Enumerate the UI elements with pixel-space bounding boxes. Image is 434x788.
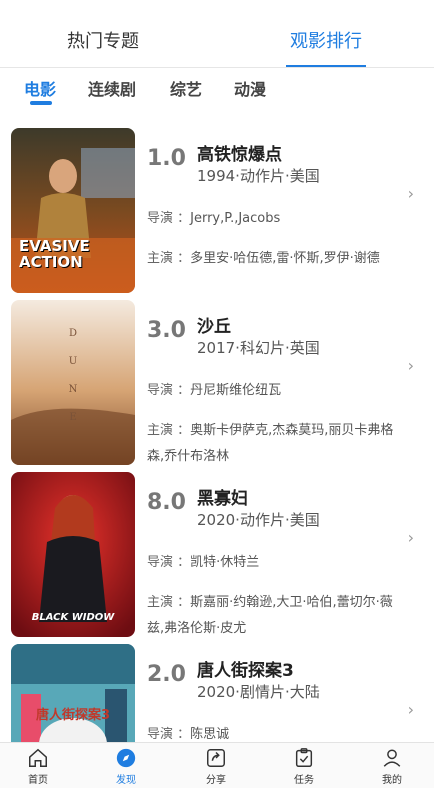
- tab-movies[interactable]: 电影: [24, 76, 56, 100]
- nav-task-label: 任务: [294, 775, 314, 786]
- movie-meta: 1994·动作片·美国: [197, 167, 320, 185]
- movie-director: 导演 ：Jerry,P.,Jacobs: [147, 206, 402, 232]
- director-label: 导演 ：: [147, 727, 191, 742]
- movie-list[interactable]: EVASIVE ACTION 1.0 高铁惊爆点 1994·动作片·美国 导演 …: [0, 110, 434, 742]
- movie-title: 唐人街探案3: [197, 661, 294, 681]
- poster-caption: 唐人街探案3: [35, 708, 111, 723]
- nav-share[interactable]: 分享: [186, 747, 246, 786]
- nav-mine[interactable]: 我的: [362, 747, 422, 786]
- cast-label: 主演 ：: [147, 595, 191, 610]
- nav-discover-label: 发现: [116, 775, 136, 786]
- cast-label: 主演 ：: [147, 251, 191, 266]
- movie-director: 导演 ：凯特·休特兰: [147, 550, 402, 576]
- director-name: Jerry,P.,Jacobs: [190, 211, 281, 226]
- top-tab-bar: 热门专题 观影排行: [0, 0, 434, 68]
- tab-anime[interactable]: 动漫: [234, 76, 266, 100]
- nav-share-label: 分享: [206, 775, 226, 786]
- cast-label: 主演 ：: [147, 423, 191, 438]
- movie-director: 导演 ：陈思诚: [147, 722, 402, 742]
- movie-poster[interactable]: DUNE: [11, 300, 135, 465]
- share-icon: [207, 749, 225, 767]
- movie-director: 导演 ：丹尼斯维伦纽瓦: [147, 378, 402, 404]
- chevron-right-icon[interactable]: ›: [408, 356, 414, 375]
- movie-poster[interactable]: 唐人街探案3: [11, 644, 135, 742]
- movie-score: 1.0: [147, 146, 186, 171]
- nav-discover[interactable]: 发现: [96, 747, 156, 786]
- chevron-right-icon[interactable]: ›: [408, 184, 414, 203]
- movie-card[interactable]: 唐人街探案3 2.0 唐人街探案3 2020·剧情片·大陆 导演 ：陈思诚 ›: [0, 626, 434, 742]
- movie-card[interactable]: DUNE 3.0 沙丘 2017·科幻片·英国 导演 ：丹尼斯维伦纽瓦 主演 ：…: [0, 282, 434, 465]
- chevron-right-icon[interactable]: ›: [408, 700, 414, 719]
- cast-names: 多里安·哈伍德,雷·怀斯,罗伊·谢德: [190, 251, 380, 266]
- movie-card[interactable]: BLACK WIDOW 8.0 黑寡妇 2020·动作片·美国 导演 ：凯特·休…: [0, 454, 434, 637]
- movie-score: 2.0: [147, 662, 186, 687]
- tab-variety[interactable]: 综艺: [170, 76, 202, 100]
- nav-home[interactable]: 首页: [8, 747, 68, 786]
- nav-mine-label: 我的: [382, 775, 402, 786]
- movie-score: 3.0: [147, 318, 186, 343]
- movie-poster[interactable]: BLACK WIDOW: [11, 472, 135, 637]
- director-name: 丹尼斯维伦纽瓦: [190, 383, 282, 398]
- active-category-indicator: [30, 101, 52, 105]
- user-icon: [383, 749, 401, 767]
- tab-movie-ranking[interactable]: 观影排行: [290, 27, 362, 53]
- movie-title: 高铁惊爆点: [197, 145, 282, 165]
- tab-tv-series[interactable]: 连续剧: [88, 76, 136, 100]
- movie-card[interactable]: EVASIVE ACTION 1.0 高铁惊爆点 1994·动作片·美国 导演 …: [0, 110, 434, 293]
- movie-title: 沙丘: [197, 317, 231, 337]
- movie-cast: 主演 ：多里安·哈伍德,雷·怀斯,罗伊·谢德: [147, 246, 402, 272]
- poster-caption: EVASIVE ACTION: [19, 237, 90, 271]
- movie-meta: 2017·科幻片·英国: [197, 339, 320, 357]
- nav-task[interactable]: 任务: [274, 747, 334, 786]
- movie-title: 黑寡妇: [197, 489, 248, 509]
- home-icon: [29, 748, 47, 767]
- task-icon: [295, 748, 313, 767]
- director-label: 导演 ：: [147, 211, 191, 226]
- director-label: 导演 ：: [147, 555, 191, 570]
- director-label: 导演 ：: [147, 383, 191, 398]
- director-name: 陈思诚: [190, 727, 230, 742]
- nav-home-label: 首页: [28, 775, 48, 786]
- compass-icon: [116, 748, 136, 768]
- poster-caption: DUNE: [68, 328, 78, 423]
- active-tab-indicator: [286, 65, 366, 67]
- movie-meta: 2020·动作片·美国: [197, 511, 320, 529]
- bottom-nav-bar: 首页 发现 分享 任务 我的: [0, 742, 434, 788]
- movie-meta: 2020·剧情片·大陆: [197, 683, 320, 701]
- category-tab-bar: 电影 连续剧 综艺 动漫: [0, 68, 434, 110]
- chevron-right-icon[interactable]: ›: [408, 528, 414, 547]
- movie-poster[interactable]: EVASIVE ACTION: [11, 128, 135, 293]
- tab-hot-topics[interactable]: 热门专题: [67, 27, 139, 53]
- movie-score: 8.0: [147, 490, 186, 515]
- poster-caption: BLACK WIDOW: [31, 612, 115, 623]
- director-name: 凯特·休特兰: [190, 555, 260, 570]
